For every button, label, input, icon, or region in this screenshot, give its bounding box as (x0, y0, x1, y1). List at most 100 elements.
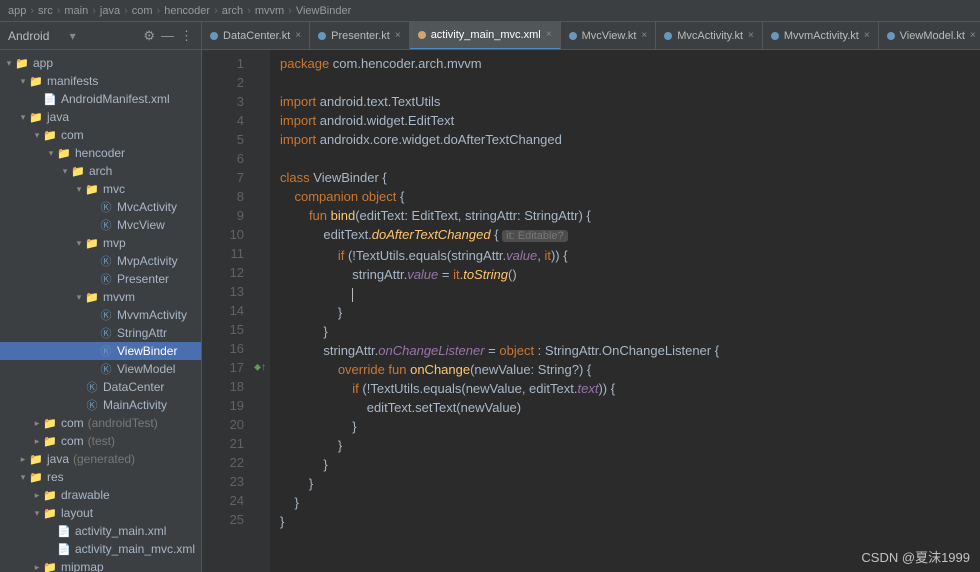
tree-item[interactable]: ▾📁layout (0, 504, 201, 522)
file-type-icon (664, 32, 672, 40)
close-icon[interactable]: × (748, 30, 754, 41)
expand-arrow-icon[interactable]: ▸ (32, 490, 42, 501)
expand-arrow-icon[interactable]: ▾ (74, 238, 84, 249)
expand-arrow-icon[interactable]: ▸ (32, 436, 42, 447)
file-icon: 📄 (56, 525, 72, 538)
tree-label: app (33, 56, 53, 70)
editor-tab[interactable]: Presenter.kt × (310, 22, 410, 50)
tree-item[interactable]: 📄activity_main_mvc.xml (0, 540, 201, 558)
expand-arrow-icon[interactable]: ▸ (18, 454, 28, 465)
tree-item[interactable]: ⓀDataCenter (0, 378, 201, 396)
tree-item[interactable]: ▸📁drawable (0, 486, 201, 504)
tree-item[interactable]: ⓀViewBinder (0, 342, 201, 360)
expand-arrow-icon[interactable]: ▾ (32, 508, 42, 519)
file-type-icon (210, 32, 218, 40)
breadcrumb-item[interactable]: arch (222, 5, 243, 17)
editor-tab[interactable]: MvcActivity.kt× (656, 22, 763, 50)
tree-item[interactable]: ▾📁hencoder (0, 144, 201, 162)
file-icon: 📁 (56, 147, 72, 160)
breadcrumb-item[interactable]: ViewBinder (296, 5, 351, 17)
expand-arrow-icon[interactable]: ▾ (18, 112, 28, 123)
tree-label: MvvmActivity (117, 308, 187, 322)
expand-arrow-icon[interactable]: ▾ (74, 292, 84, 303)
dropdown-icon[interactable]: ▾ (70, 29, 76, 43)
tree-item[interactable]: ▸📁com(androidTest) (0, 414, 201, 432)
editor-tab[interactable]: ViewModel.kt× (879, 22, 980, 50)
tree-item[interactable]: ⓀMvcView (0, 216, 201, 234)
file-icon: 📁 (42, 417, 58, 430)
tree-label: activity_main.xml (75, 524, 166, 538)
breadcrumb-item[interactable]: app (8, 5, 26, 17)
project-tree[interactable]: ▾📁app▾📁manifests📄AndroidManifest.xml▾📁ja… (0, 50, 201, 572)
tree-label: MainActivity (103, 398, 167, 412)
tree-item[interactable]: ⓀViewModel (0, 360, 201, 378)
expand-arrow-icon[interactable]: ▾ (18, 76, 28, 87)
tree-label: StringAttr (117, 326, 167, 340)
tree-item[interactable]: 📄activity_main.xml (0, 522, 201, 540)
tree-item[interactable]: ▾📁arch (0, 162, 201, 180)
close-icon[interactable]: × (395, 30, 401, 41)
override-icon[interactable]: ⬥↑ (254, 362, 266, 373)
tree-item[interactable]: ⓀMvcActivity (0, 198, 201, 216)
expand-arrow-icon[interactable]: ▾ (60, 166, 70, 177)
breadcrumb-item[interactable]: src (38, 5, 53, 17)
breadcrumb-item[interactable]: mvvm (255, 5, 284, 17)
tree-label: Presenter (117, 272, 169, 286)
file-icon: Ⓚ (98, 343, 114, 359)
tree-item[interactable]: ▾📁app (0, 54, 201, 72)
tree-item[interactable]: ▸📁java(generated) (0, 450, 201, 468)
gear-icon[interactable]: ⚙ (143, 28, 155, 44)
tree-item[interactable]: ⓀPresenter (0, 270, 201, 288)
line-gutter: 1234567891011121314151617181920212223242… (202, 50, 254, 572)
code-content[interactable]: package com.hencoder.arch.mvvm import an… (270, 50, 980, 572)
file-icon: 📁 (28, 75, 44, 88)
tree-item[interactable]: ▸📁mipmap (0, 558, 201, 572)
tree-item[interactable]: ▾📁res (0, 468, 201, 486)
param-hint: it: Editable? (502, 230, 567, 242)
tree-item[interactable]: ⓀStringAttr (0, 324, 201, 342)
expand-arrow-icon[interactable]: ▾ (74, 184, 84, 195)
tree-label: MvcActivity (117, 200, 177, 214)
close-icon[interactable]: × (295, 30, 301, 41)
tree-item[interactable]: ▾📁java (0, 108, 201, 126)
tree-item[interactable]: 📄AndroidManifest.xml (0, 90, 201, 108)
breadcrumb-item[interactable]: hencoder (164, 5, 210, 17)
close-icon[interactable]: × (641, 30, 647, 41)
close-icon[interactable]: × (970, 30, 976, 41)
breadcrumb-item[interactable]: com (132, 5, 153, 17)
expand-arrow-icon[interactable]: ▾ (32, 130, 42, 141)
editor-tab[interactable]: activity_main_mvc.xml× (410, 22, 561, 50)
tab-label: Presenter.kt (331, 30, 390, 42)
tree-item[interactable]: ⓀMvvmActivity (0, 306, 201, 324)
tree-item[interactable]: ⓀMvpActivity (0, 252, 201, 270)
expand-arrow-icon[interactable]: ▾ (18, 472, 28, 483)
close-icon[interactable]: × (864, 30, 870, 41)
watermark: CSDN @夏沫1999 (861, 547, 970, 566)
editor-tab[interactable]: DataCenter.kt× (202, 22, 310, 50)
collapse-icon[interactable]: — (161, 28, 174, 43)
breadcrumb-item[interactable]: java (100, 5, 120, 17)
expand-arrow-icon[interactable]: ▾ (46, 148, 56, 159)
breadcrumb-item[interactable]: main (64, 5, 88, 17)
more-icon[interactable]: ⋮ (180, 28, 193, 44)
tree-item[interactable]: ▾📁manifests (0, 72, 201, 90)
tree-item[interactable]: ⓀMainActivity (0, 396, 201, 414)
editor-tab[interactable]: MvvmActivity.kt × (763, 22, 879, 50)
tree-item[interactable]: ▸📁com(test) (0, 432, 201, 450)
tab-label: MvvmActivity.kt (784, 30, 859, 42)
code-editor[interactable]: 1234567891011121314151617181920212223242… (202, 50, 980, 572)
expand-arrow-icon[interactable]: ▸ (32, 562, 42, 572)
tree-item[interactable]: ▾📁com (0, 126, 201, 144)
expand-arrow-icon[interactable]: ▾ (4, 58, 14, 69)
tree-label: res (47, 470, 64, 484)
file-icon: 📁 (42, 489, 58, 502)
editor-tab[interactable]: MvcView.kt× (561, 22, 657, 50)
tree-item[interactable]: ▾📁mvp (0, 234, 201, 252)
expand-arrow-icon[interactable]: ▸ (32, 418, 42, 429)
close-icon[interactable]: × (546, 29, 552, 40)
tree-item[interactable]: ▾📁mvc (0, 180, 201, 198)
editor-area: DataCenter.kt×Presenter.kt×activity_main… (202, 22, 980, 572)
tree-item[interactable]: ▾📁mvvm (0, 288, 201, 306)
sidebar-title[interactable]: Android (8, 29, 64, 43)
file-icon: Ⓚ (98, 199, 114, 215)
